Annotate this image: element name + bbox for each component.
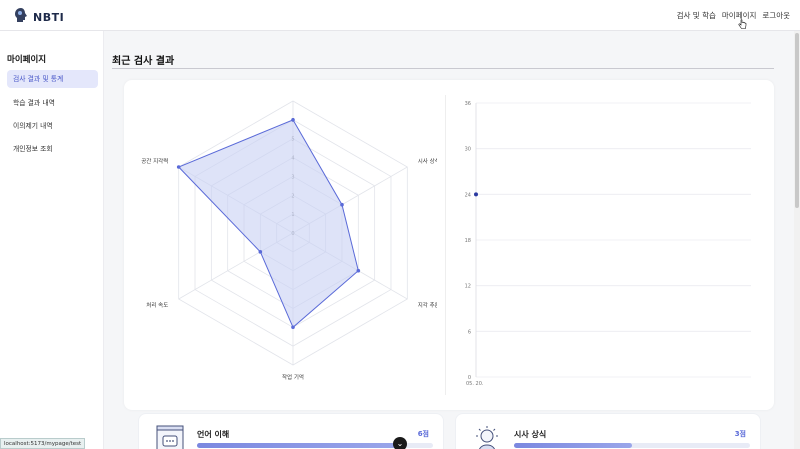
- trend-y-tick-label: 6: [468, 329, 471, 335]
- sidebar-item-test-results[interactable]: 검사 결과 및 통계: [7, 70, 98, 88]
- scrollbar-thumb[interactable]: [795, 33, 799, 208]
- trend-x-tick-label: 05. 20.: [466, 381, 484, 387]
- trend-y-tick-label: 24: [465, 192, 471, 198]
- sidebar-item-personal-info[interactable]: 개인정보 조회: [7, 140, 98, 158]
- radar-category-label: 처리 속도: [146, 301, 168, 309]
- score-card-current-affairs[interactable]: 시사 상식 3점: [455, 413, 761, 449]
- radar-chart-svg: 0123456언어 이해시사 상식지각 추론작업 기억처리 속도공간 지각력: [141, 85, 439, 381]
- trend-y-tick-label: 30: [465, 147, 471, 153]
- score-trend-chart: 0 6 12 18 24 30 36 05. 20.: [445, 95, 760, 395]
- score-progress-fill: [514, 443, 632, 448]
- nav-logout[interactable]: 로그아웃: [762, 10, 790, 21]
- trend-chart-svg: 06121824303605. 20.: [465, 101, 751, 387]
- sidebar-item-study-history[interactable]: 학습 결과 내역: [7, 94, 98, 112]
- sidebar: 마이페이지 검사 결과 및 통계 학습 결과 내역 이의제기 내역 개인정보 조…: [0, 31, 104, 449]
- brand-logo-link[interactable]: NBTI: [14, 7, 64, 27]
- score-card-title: 시사 상식: [514, 430, 547, 439]
- radar-data-point: [291, 118, 295, 122]
- head-profile-icon: [14, 7, 28, 27]
- radar-data-point: [356, 268, 361, 273]
- trend-y-tick-label: 18: [465, 238, 471, 244]
- radar-chart: 0123456언어 이해시사 상식지각 추론작업 기억처리 속도공간 지각력: [137, 85, 439, 395]
- radar-data-point: [258, 250, 263, 254]
- radar-category-label: 지각 추론: [418, 301, 437, 309]
- score-card-title: 언어 이해: [197, 430, 230, 439]
- nav-test-and-study[interactable]: 검사 및 학습: [677, 10, 716, 21]
- brand-name: NBTI: [33, 10, 65, 24]
- radar-data-point: [340, 202, 344, 207]
- status-bar-url: localhost:5173/mypage/test: [0, 438, 86, 449]
- sidebar-item-objection-history[interactable]: 이의제기 내역: [7, 117, 98, 135]
- chevron-down-icon: ⌄: [396, 439, 404, 448]
- radar-category-label: 공간 지각력: [141, 157, 168, 165]
- page-scrollbar[interactable]: [794, 31, 800, 449]
- chat-book-icon: [155, 424, 185, 449]
- score-progress-track: [514, 443, 750, 448]
- page-title: 최근 검사 결과: [112, 56, 175, 67]
- radar-data-point: [291, 325, 295, 330]
- radar-category-label: 작업 기억: [282, 373, 304, 381]
- score-card-score: 3점: [734, 430, 746, 438]
- trend-data-point: [474, 192, 478, 197]
- scroll-down-button[interactable]: ⌄: [393, 437, 407, 449]
- trend-y-tick-label: 36: [465, 101, 471, 107]
- radar-data-point: [176, 165, 181, 169]
- score-card-score: 6점: [417, 430, 429, 438]
- lightbulb-person-icon: [472, 424, 502, 449]
- top-nav-menu: 검사 및 학습 마이페이지 로그아웃: [677, 10, 790, 21]
- radar-category-label: 시사 상식: [418, 157, 437, 165]
- title-divider: [112, 68, 774, 69]
- score-progress-fill: [197, 443, 400, 448]
- sidebar-title: 마이페이지: [7, 55, 47, 65]
- radar-data-area: [177, 119, 359, 329]
- hand-pointer-icon: [738, 15, 747, 34]
- trend-y-tick-label: 12: [465, 284, 471, 290]
- top-navbar: NBTI 검사 및 학습 마이페이지 로그아웃: [0, 0, 800, 31]
